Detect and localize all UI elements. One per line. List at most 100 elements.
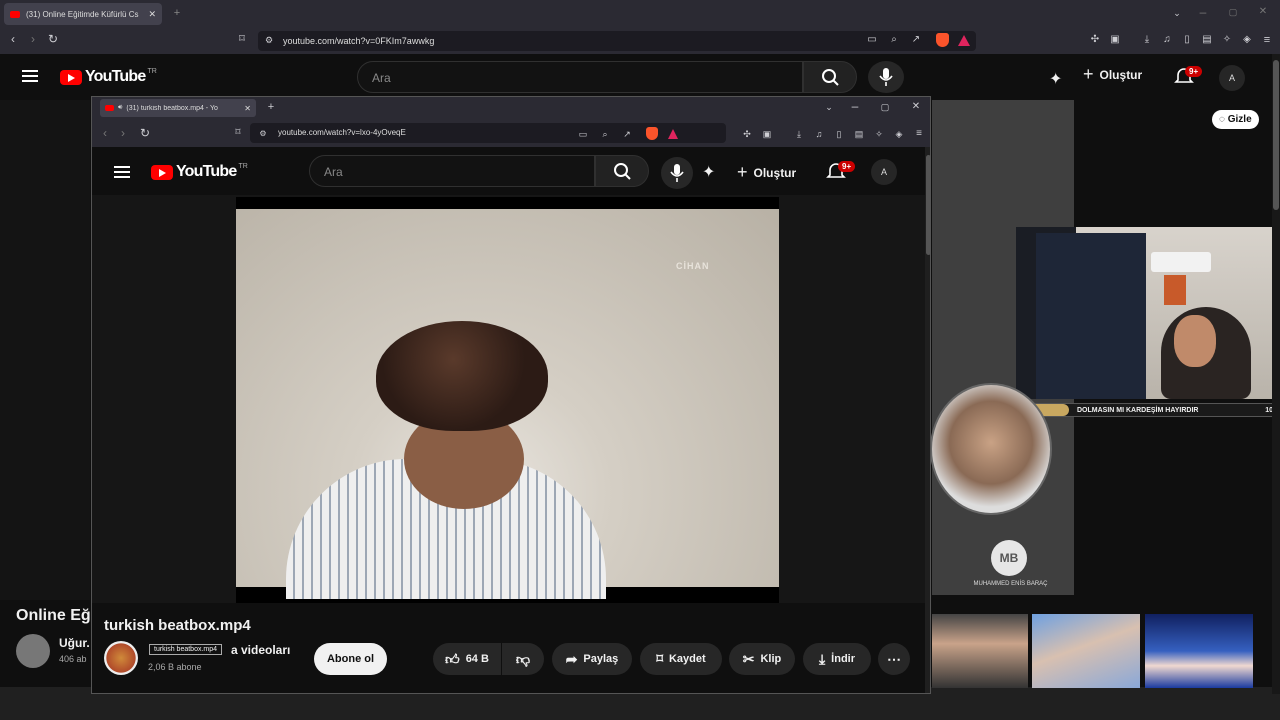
leo-icon[interactable]: ✧: [1220, 34, 1234, 48]
forward-icon[interactable]: ›: [116, 127, 130, 141]
outer-search-button[interactable]: [803, 61, 857, 93]
forward-icon[interactable]: ›: [26, 33, 40, 47]
cast-icon[interactable]: ▭: [576, 128, 590, 142]
subscribe-button[interactable]: Abone ol: [314, 643, 387, 675]
like-button[interactable]: 👍︎ 64 B: [433, 643, 501, 675]
tab-list-chevron-icon[interactable]: ⌄: [822, 101, 836, 115]
screenshot-icon[interactable]: ▣: [1108, 34, 1122, 48]
cam-caption-text: DOLMASIN MI KARDEŞİM HAYIRDIR: [1077, 406, 1199, 414]
video-player[interactable]: CİHAN: [236, 197, 779, 603]
speaker-icon[interactable]: 🔊︎: [118, 104, 122, 112]
inner-browser-window: 🔊︎ (31) turkish beatbox.mp4 - Yo ✕ + ⌄ –…: [91, 96, 931, 694]
downloads-icon[interactable]: ⤓: [792, 128, 806, 142]
vpn-icon[interactable]: ◈: [1240, 34, 1254, 48]
outer-create-button[interactable]: + Oluştur: [1083, 64, 1142, 85]
music-icon[interactable]: ♫: [1160, 34, 1174, 48]
brave-rewards-icon[interactable]: [668, 129, 678, 139]
related-thumbnail-1[interactable]: [932, 614, 1028, 688]
maximize-icon[interactable]: ▢: [878, 101, 892, 115]
outer-account-avatar[interactable]: A: [1219, 65, 1245, 91]
bookmark-icon[interactable]: ⌑: [231, 127, 245, 141]
close-tab-icon[interactable]: ✕: [148, 9, 156, 20]
youtube-logo-icon: [151, 164, 173, 180]
extensions-icon[interactable]: ✣: [1088, 34, 1102, 48]
more-actions-button[interactable]: ⋯: [878, 643, 910, 675]
clip-button[interactable]: ✂ Klip: [729, 643, 795, 675]
related-thumbnail-3[interactable]: [1145, 614, 1253, 688]
related-thumbnail-2[interactable]: [1032, 614, 1140, 688]
inner-hamburger-icon[interactable]: [114, 166, 130, 178]
minimize-icon[interactable]: –: [1196, 6, 1210, 20]
inner-channel-avatar[interactable]: [104, 641, 138, 675]
outer-hamburger-icon[interactable]: [22, 70, 38, 82]
brave-shield-icon[interactable]: [646, 127, 658, 140]
outer-yt-logo[interactable]: YouTube TR: [60, 68, 157, 86]
inner-account-avatar[interactable]: A: [871, 159, 897, 185]
brave-shield-icon[interactable]: [936, 33, 949, 47]
sidebar-icon[interactable]: ▯: [1180, 34, 1194, 48]
sidebar-icon[interactable]: ▯: [832, 128, 846, 142]
zoom-icon[interactable]: ⌕: [598, 128, 612, 142]
microphone-icon: [670, 164, 684, 182]
menu-icon[interactable]: ≡: [912, 128, 926, 142]
save-label: Kaydet: [668, 653, 706, 665]
logo-text: YouTube: [85, 68, 146, 85]
bookmark-icon[interactable]: ⌑: [235, 33, 249, 47]
wallet-icon[interactable]: ▤: [852, 128, 866, 142]
inner-channel-name[interactable]: a videoları: [231, 643, 290, 657]
menu-icon[interactable]: ≡: [1260, 34, 1274, 48]
new-tab-icon[interactable]: +: [264, 101, 278, 115]
new-tab-icon[interactable]: +: [170, 7, 184, 21]
close-tab-icon[interactable]: ✕: [244, 104, 251, 113]
close-window-icon[interactable]: ✕: [909, 101, 923, 115]
outer-scrollbar-thumb[interactable]: [1273, 60, 1279, 210]
wallet-icon[interactable]: ▤: [1200, 34, 1214, 48]
cast-icon[interactable]: ▭: [865, 34, 879, 48]
brave-rewards-icon[interactable]: [958, 35, 970, 46]
scissors-icon: ✂: [742, 650, 755, 667]
inner-create-button[interactable]: + Oluştur: [737, 162, 796, 183]
zoom-icon[interactable]: ⌕: [887, 34, 901, 48]
back-icon[interactable]: ‹: [6, 33, 20, 47]
site-info-icon[interactable]: ⚙: [256, 128, 270, 142]
minimize-icon[interactable]: –: [848, 100, 862, 114]
outer-voice-search-button[interactable]: [868, 61, 904, 93]
leo-icon[interactable]: ✧: [872, 128, 886, 142]
inner-scrollbar-thumb[interactable]: [926, 155, 930, 255]
youtube-logo-icon: [60, 69, 82, 85]
tab-list-chevron-icon[interactable]: ⌄: [1170, 7, 1184, 21]
share-icon: ➦: [565, 650, 578, 667]
save-button[interactable]: ⌑ Kaydet: [640, 643, 722, 675]
share-page-icon[interactable]: ↗: [909, 34, 923, 48]
maximize-icon[interactable]: ▢: [1226, 6, 1240, 20]
share-page-icon[interactable]: ↗: [620, 128, 634, 142]
downloads-icon[interactable]: ⤓: [1140, 34, 1154, 48]
thumbs-up-icon: 👍︎: [445, 650, 460, 667]
reload-icon[interactable]: ↻: [46, 33, 60, 47]
screenshot-icon[interactable]: ▣: [760, 128, 774, 142]
inner-search-button[interactable]: [595, 155, 649, 187]
hide-button[interactable]: ◌ Gizle: [1212, 110, 1259, 129]
site-info-icon[interactable]: ⚙: [262, 34, 276, 48]
vpn-icon[interactable]: ◈: [892, 128, 906, 142]
reload-icon[interactable]: ↻: [138, 127, 152, 141]
extensions-icon[interactable]: ✣: [740, 128, 754, 142]
outer-channel-avatar[interactable]: [16, 634, 50, 668]
music-icon[interactable]: ♫: [812, 128, 826, 142]
share-button[interactable]: ➦ Paylaş: [552, 643, 632, 675]
title-tooltip: turkish beatbox.mp4: [149, 644, 223, 655]
inner-yt-logo[interactable]: YouTube TR: [151, 163, 248, 181]
inner-search-input[interactable]: Ara: [309, 155, 595, 187]
close-window-icon[interactable]: ✕: [1256, 6, 1270, 20]
outer-channel-name[interactable]: Uğur.: [59, 636, 90, 650]
outer-search-input[interactable]: Ara: [357, 61, 803, 93]
back-icon[interactable]: ‹: [98, 127, 112, 141]
inner-sparkle-icon[interactable]: ✦: [702, 162, 715, 182]
bookmark-save-icon: ⌑: [656, 651, 663, 666]
outer-sparkle-icon[interactable]: ✦: [1049, 69, 1062, 89]
outer-tab-youtube[interactable]: (31) Online Eğitimde Küfürlü Cs ✕: [4, 3, 162, 25]
dislike-button[interactable]: 👎︎: [502, 643, 544, 675]
inner-voice-search-button[interactable]: [661, 157, 693, 189]
inner-tab-youtube[interactable]: 🔊︎ (31) turkish beatbox.mp4 - Yo ✕: [100, 99, 256, 117]
download-button[interactable]: ⤓ İndir: [803, 643, 871, 675]
